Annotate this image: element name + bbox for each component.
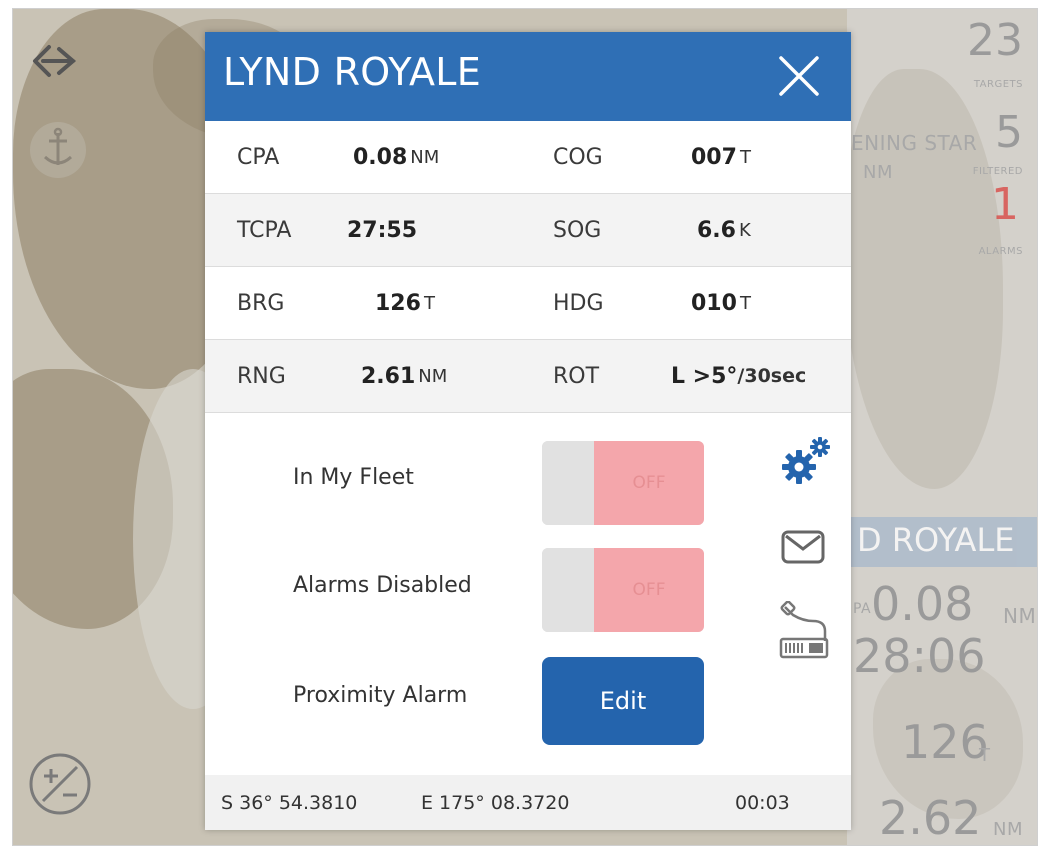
sog-label: SOG bbox=[553, 217, 602, 243]
data-row-brg: BRG 126 T HDG 010 T bbox=[205, 267, 851, 340]
filtered-label: FILTERED bbox=[972, 166, 1023, 177]
cpa-value: 0.08 bbox=[353, 144, 408, 170]
back-arrow-icon[interactable] bbox=[29, 39, 83, 87]
in-my-fleet-toggle[interactable]: OFF bbox=[542, 441, 704, 525]
ghost-brg-value: 126 bbox=[901, 715, 989, 769]
ghost-rng-unit: NM bbox=[993, 819, 1023, 840]
brg-label: BRG bbox=[237, 290, 285, 316]
targets-label: TARGETS bbox=[973, 79, 1023, 90]
targets-count: 23 bbox=[967, 15, 1023, 66]
hdg-unit: T bbox=[739, 292, 751, 314]
ghost-vessel-name: D ROYALE bbox=[857, 521, 1015, 559]
alarms-disabled-label: Alarms Disabled bbox=[293, 573, 472, 598]
in-my-fleet-label: In My Fleet bbox=[293, 465, 414, 490]
target-data-table: CPA 0.08 NM COG 007 T TCPA 27:55 SOG 6.6 K … bbox=[205, 121, 851, 413]
alarms-count: 1 bbox=[991, 179, 1019, 230]
cog-label: COG bbox=[553, 144, 603, 170]
target-settings: In My Fleet OFF Alarms Disabled OFF Prox… bbox=[205, 413, 851, 783]
longitude: E 175° 08.3720 bbox=[421, 791, 570, 814]
proximity-alarm-label: Proximity Alarm bbox=[293, 683, 468, 708]
zoom-icon[interactable] bbox=[27, 751, 93, 817]
hdg-value: 010 bbox=[691, 290, 737, 316]
ghost-cpa-value: 0.08 bbox=[871, 577, 974, 631]
toggle-knob bbox=[542, 548, 594, 632]
rot-unit: /30sec bbox=[737, 365, 807, 387]
position-footer: S 36° 54.3810 E 175° 08.3720 00:03 bbox=[205, 775, 851, 830]
ghost-unit: NM bbox=[863, 162, 893, 183]
settings-gears-icon[interactable] bbox=[779, 435, 835, 487]
ghost-pa-label: PA bbox=[853, 601, 872, 617]
cpa-label: CPA bbox=[237, 144, 280, 170]
tcpa-label: TCPA bbox=[237, 217, 292, 243]
brg-value: 126 bbox=[375, 290, 421, 316]
envelope-icon[interactable] bbox=[780, 529, 826, 565]
rng-unit: NM bbox=[418, 365, 448, 387]
app-frame: 23 TARGETS 5 FILTERED 1 ALARMS ENING STA… bbox=[12, 8, 1038, 846]
data-row-cpa: CPA 0.08 NM COG 007 T bbox=[205, 121, 851, 194]
sog-value: 6.6 bbox=[697, 217, 736, 243]
filtered-count: 5 bbox=[995, 107, 1023, 158]
alarms-disabled-toggle[interactable]: OFF bbox=[542, 548, 704, 632]
latitude: S 36° 54.3810 bbox=[221, 791, 358, 814]
toggle-state: OFF bbox=[594, 548, 704, 632]
proximity-edit-button[interactable]: Edit bbox=[542, 657, 704, 745]
timestamp: 00:03 bbox=[735, 791, 790, 814]
cpa-unit: NM bbox=[410, 146, 440, 168]
vessel-name: LYND ROYALE bbox=[223, 50, 482, 94]
rng-value: 2.61 bbox=[361, 363, 416, 389]
vhf-radio-icon[interactable] bbox=[779, 601, 829, 661]
target-info-dialog: LYND ROYALE CPA 0.08 NM COG 007 T TCPA 27:… bbox=[205, 32, 851, 830]
cog-unit: T bbox=[739, 146, 751, 168]
ghost-cpa-unit: NM bbox=[1003, 604, 1037, 628]
rng-label: RNG bbox=[237, 363, 286, 389]
sog-unit: K bbox=[738, 219, 751, 241]
close-icon[interactable] bbox=[775, 52, 823, 100]
ghost-rng-value: 2.62 bbox=[879, 791, 982, 845]
toggle-knob bbox=[542, 441, 594, 525]
toggle-state: OFF bbox=[594, 441, 704, 525]
brg-unit: T bbox=[423, 292, 435, 314]
cog-value: 007 bbox=[691, 144, 737, 170]
tcpa-value: 27:55 bbox=[347, 217, 418, 243]
ghost-tcpa-value: 28:06 bbox=[853, 629, 986, 683]
data-row-rng: RNG 2.61 NM ROT L >5°/30sec bbox=[205, 340, 851, 413]
ghost-vessel-banner: D ROYALE bbox=[851, 517, 1037, 567]
rot-value: L >5° bbox=[671, 363, 738, 389]
data-row-tcpa: TCPA 27:55 SOG 6.6 K bbox=[205, 194, 851, 267]
anchor-icon[interactable] bbox=[27, 119, 89, 181]
hdg-label: HDG bbox=[553, 290, 604, 316]
ghost-target-name: ENING STAR bbox=[851, 131, 978, 155]
ghost-brg-unit: T bbox=[979, 745, 991, 766]
alarms-label: ALARMS bbox=[978, 246, 1023, 257]
dialog-header: LYND ROYALE bbox=[205, 32, 851, 121]
rot-label: ROT bbox=[553, 363, 600, 389]
